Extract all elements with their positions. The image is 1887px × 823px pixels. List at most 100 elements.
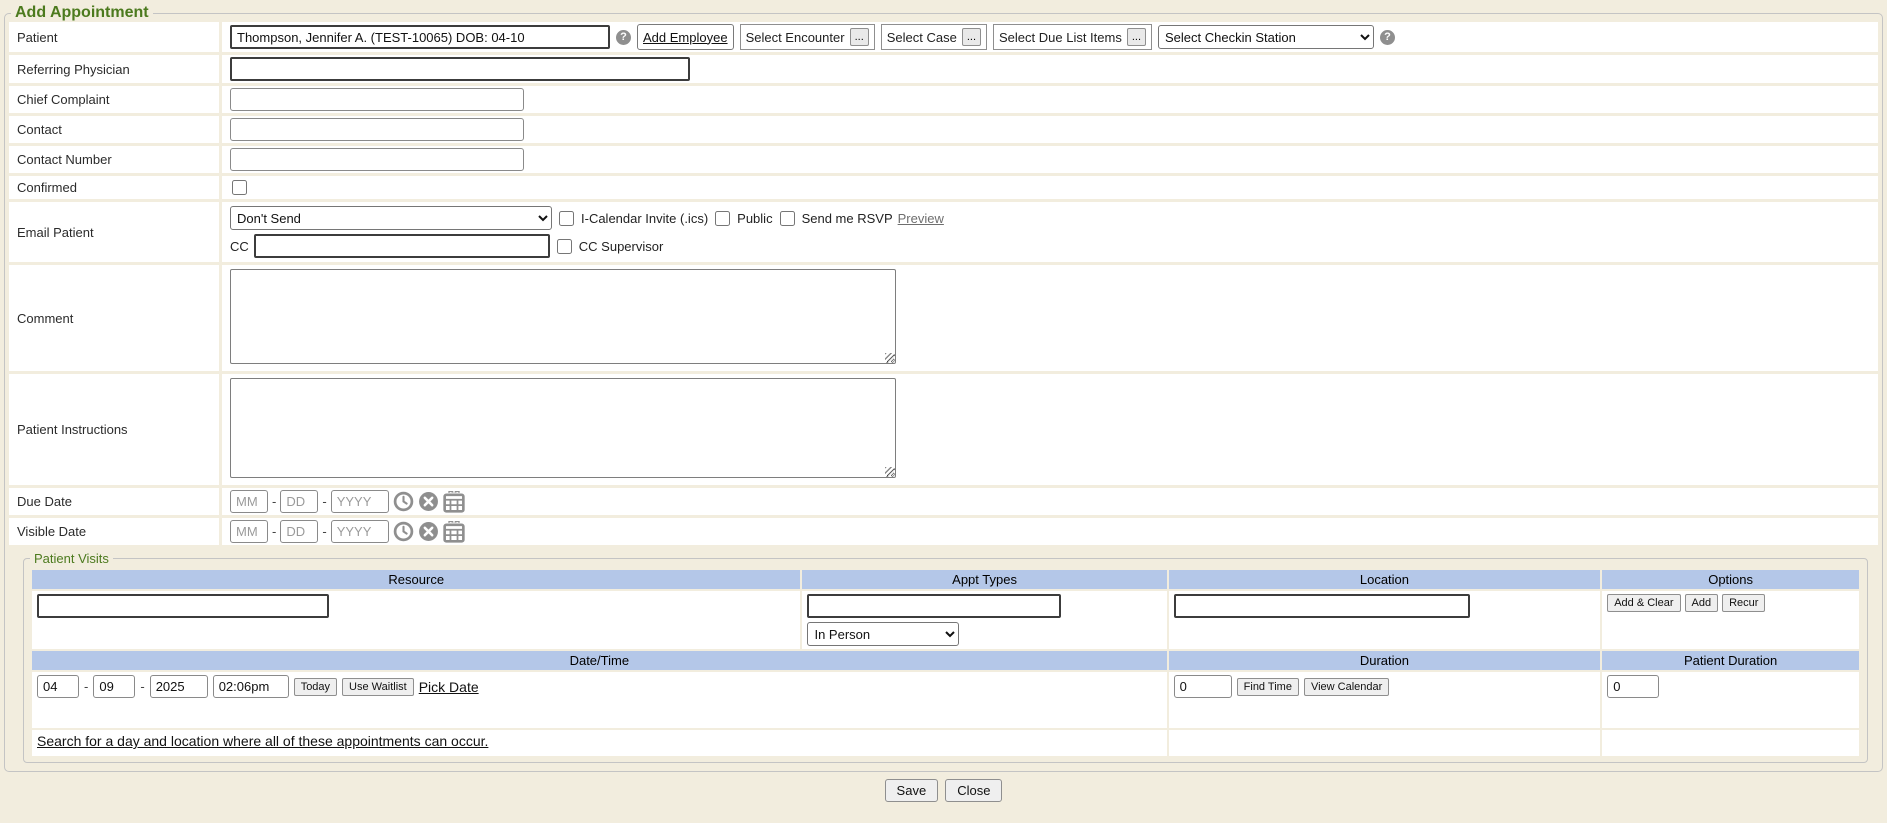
pick-date-link[interactable]: Pick Date <box>419 679 479 695</box>
public-label: Public <box>737 211 772 226</box>
empty-cell <box>1169 730 1601 756</box>
visible-date-clear-icon[interactable] <box>418 521 439 542</box>
referring-physician-input[interactable] <box>230 57 690 81</box>
use-waitlist-button[interactable]: Use Waitlist <box>342 678 414 696</box>
public-checkbox[interactable] <box>715 211 730 226</box>
recur-button[interactable]: Recur <box>1722 594 1765 612</box>
visible-date-label: Visible Date <box>9 518 219 545</box>
patient-duration-input[interactable] <box>1607 675 1659 698</box>
patient-instructions-row: Patient Instructions <box>9 374 1878 485</box>
visible-date-month-input[interactable] <box>230 520 268 543</box>
select-case-label: Select Case <box>887 30 957 45</box>
visible-date-row: Visible Date - - <box>9 518 1878 545</box>
appt-types-input[interactable] <box>807 594 1061 618</box>
add-employee-button[interactable]: Add Employee <box>637 24 734 50</box>
cc-supervisor-checkbox[interactable] <box>557 239 572 254</box>
appt-mode-select[interactable]: In Person <box>807 622 959 646</box>
due-date-row: Due Date - - <box>9 488 1878 515</box>
add-button[interactable]: Add <box>1685 594 1719 612</box>
find-time-button[interactable]: Find Time <box>1237 678 1299 696</box>
resource-input[interactable] <box>37 594 329 618</box>
cc-label: CC <box>230 239 249 254</box>
visible-date-day-input[interactable] <box>280 520 318 543</box>
due-date-label: Due Date <box>9 488 219 515</box>
close-button[interactable]: Close <box>945 779 1002 802</box>
rsvp-label: Send me RSVP <box>802 211 893 226</box>
select-due-list-picker[interactable]: Select Due List Items ... <box>993 24 1152 50</box>
select-due-list-ellipsis-button[interactable]: ... <box>1127 28 1146 46</box>
add-clear-button[interactable]: Add & Clear <box>1607 594 1680 612</box>
ical-invite-checkbox[interactable] <box>559 211 574 226</box>
duration-input[interactable] <box>1174 675 1232 698</box>
today-button[interactable]: Today <box>294 678 337 696</box>
chief-complaint-row: Chief Complaint <box>9 86 1878 113</box>
date-separator: - <box>84 679 88 694</box>
confirmed-checkbox[interactable] <box>232 180 247 195</box>
referring-physician-label: Referring Physician <box>9 55 219 83</box>
visit-day-input[interactable] <box>93 675 135 698</box>
ical-invite-label: I-Calendar Invite (.ics) <box>581 211 708 226</box>
chief-complaint-label: Chief Complaint <box>9 86 219 113</box>
due-date-clock-icon[interactable] <box>393 491 414 512</box>
patient-help-icon[interactable]: ? <box>616 30 631 45</box>
due-date-day-input[interactable] <box>280 490 318 513</box>
view-calendar-button[interactable]: View Calendar <box>1304 678 1389 696</box>
date-separator: - <box>322 494 326 509</box>
checkin-station-select[interactable]: Select Checkin Station <box>1158 25 1374 49</box>
empty-cell <box>1602 730 1859 756</box>
due-date-clear-icon[interactable] <box>418 491 439 512</box>
add-appointment-panel: Add Appointment Patient ? Add Employee S… <box>4 4 1883 772</box>
patient-duration-header: Patient Duration <box>1602 651 1859 670</box>
visit-time-input[interactable] <box>213 675 289 698</box>
comment-textarea[interactable] <box>230 269 896 364</box>
select-case-ellipsis-button[interactable]: ... <box>962 28 981 46</box>
email-patient-label: Email Patient <box>9 202 219 262</box>
email-patient-row: Email Patient Don't Send I-Calendar Invi… <box>9 202 1878 262</box>
select-encounter-ellipsis-button[interactable]: ... <box>850 28 869 46</box>
select-encounter-picker[interactable]: Select Encounter ... <box>740 24 875 50</box>
checkin-station-help-icon[interactable]: ? <box>1380 30 1395 45</box>
email-send-select[interactable]: Don't Send <box>230 206 552 230</box>
confirmed-label: Confirmed <box>9 176 219 199</box>
rsvp-checkbox[interactable] <box>780 211 795 226</box>
due-date-year-input[interactable] <box>331 490 389 513</box>
cc-supervisor-label: CC Supervisor <box>579 239 664 254</box>
options-header: Options <box>1602 570 1859 589</box>
due-date-month-input[interactable] <box>230 490 268 513</box>
comment-row: Comment <box>9 265 1878 371</box>
resource-header: Resource <box>32 570 800 589</box>
save-button[interactable]: Save <box>885 779 939 802</box>
referring-physician-row: Referring Physician <box>9 55 1878 83</box>
patient-row: Patient ? Add Employee Select Encounter … <box>9 22 1878 52</box>
visible-date-clock-icon[interactable] <box>393 521 414 542</box>
patient-instructions-textarea[interactable] <box>230 378 896 478</box>
date-separator: - <box>272 524 276 539</box>
select-due-list-label: Select Due List Items <box>999 30 1122 45</box>
patient-instructions-label: Patient Instructions <box>9 374 219 485</box>
duration-header: Duration <box>1169 651 1601 670</box>
contact-input[interactable] <box>230 118 524 141</box>
contact-number-label: Contact Number <box>9 146 219 173</box>
patient-visits-table: Resource Appt Types Location Options In … <box>30 568 1861 758</box>
location-input[interactable] <box>1174 594 1470 618</box>
preview-link[interactable]: Preview <box>898 211 944 226</box>
select-case-picker[interactable]: Select Case ... <box>881 24 987 50</box>
search-day-location-link[interactable]: Search for a day and location where all … <box>37 733 488 749</box>
date-separator: - <box>272 494 276 509</box>
patient-input[interactable] <box>230 25 610 49</box>
visit-month-input[interactable] <box>37 675 79 698</box>
chief-complaint-input[interactable] <box>230 88 524 111</box>
date-time-header: Date/Time <box>32 651 1167 670</box>
patient-visits-panel: Patient Visits Resource Appt Types Locat… <box>23 551 1868 763</box>
contact-number-input[interactable] <box>230 148 524 171</box>
visit-year-input[interactable] <box>150 675 208 698</box>
cc-input[interactable] <box>254 234 550 258</box>
contact-number-row: Contact Number <box>9 146 1878 173</box>
patient-label: Patient <box>9 22 219 52</box>
visible-date-year-input[interactable] <box>331 520 389 543</box>
visible-date-calendar-icon[interactable] <box>443 521 465 543</box>
due-date-calendar-icon[interactable] <box>443 491 465 513</box>
date-separator: - <box>140 679 144 694</box>
footer-actions: Save Close <box>0 772 1887 809</box>
location-header: Location <box>1169 570 1601 589</box>
